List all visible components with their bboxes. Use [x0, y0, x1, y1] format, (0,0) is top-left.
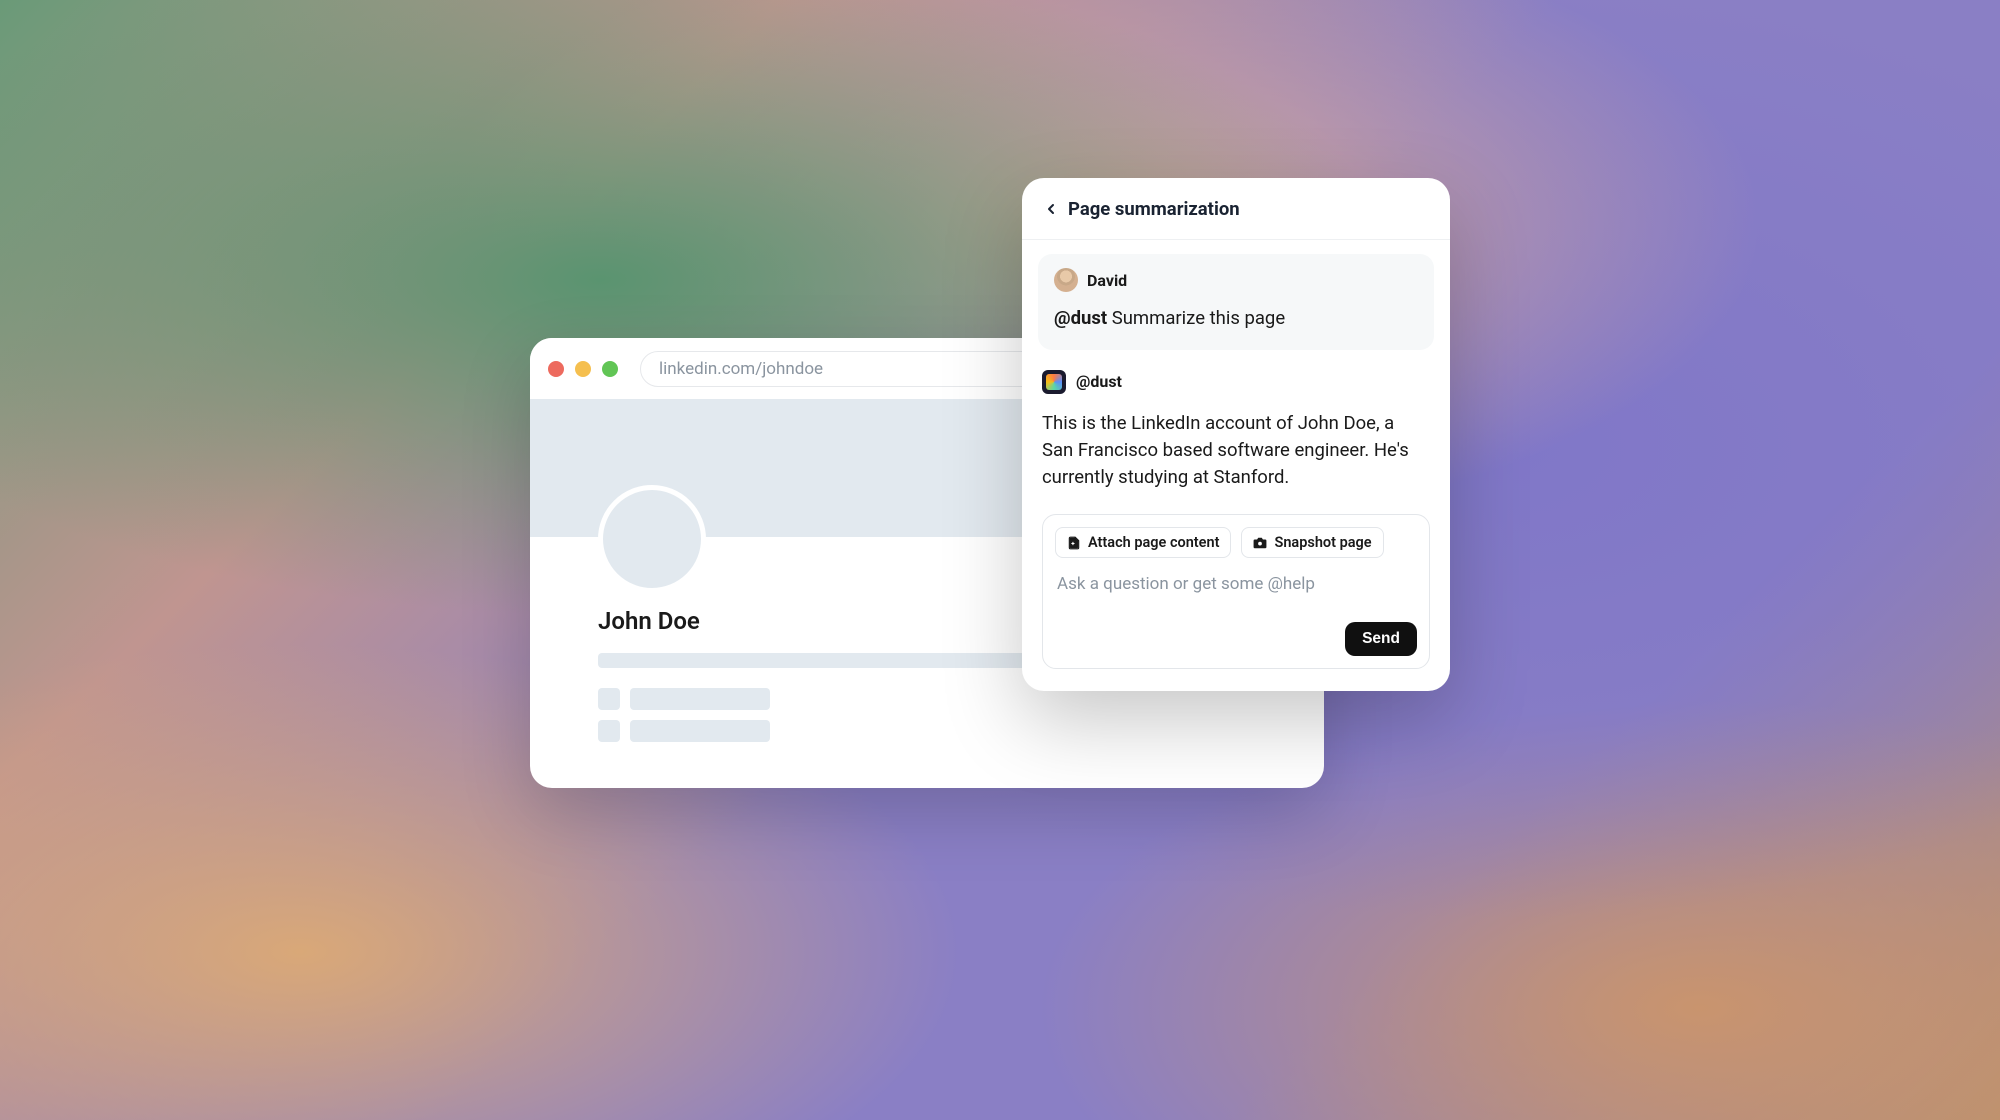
user-message-text: @dust Summarize this page — [1054, 306, 1418, 332]
chevron-left-icon — [1043, 201, 1059, 217]
skeleton-bar — [630, 720, 770, 742]
bot-name: @dust — [1076, 372, 1122, 391]
window-minimize-icon[interactable] — [575, 361, 591, 377]
user-message: David @dust Summarize this page — [1038, 254, 1434, 350]
composer: Attach page content Snapshot page Send — [1042, 514, 1430, 669]
file-plus-icon — [1067, 536, 1081, 550]
user-message-header: David — [1054, 268, 1418, 292]
window-maximize-icon[interactable] — [602, 361, 618, 377]
skeleton-bar — [630, 688, 770, 710]
bot-message-header: @dust — [1042, 370, 1430, 394]
camera-icon — [1253, 536, 1267, 550]
panel-header: Page summarization — [1022, 178, 1450, 240]
composer-actions: Attach page content Snapshot page — [1055, 527, 1417, 558]
send-button[interactable]: Send — [1345, 622, 1417, 656]
skeleton-icon — [598, 720, 620, 742]
profile-avatar — [598, 485, 706, 593]
attach-page-label: Attach page content — [1088, 534, 1219, 551]
user-message-body: Summarize this page — [1107, 307, 1285, 329]
url-text: linkedin.com/johndoe — [659, 359, 823, 379]
traffic-lights — [548, 361, 618, 377]
bot-message-text: This is the LinkedIn account of John Doe… — [1042, 410, 1430, 490]
skeleton-row — [598, 688, 1256, 710]
panel-title: Page summarization — [1068, 198, 1240, 220]
composer-input[interactable] — [1055, 570, 1417, 618]
snapshot-page-button[interactable]: Snapshot page — [1241, 527, 1383, 558]
user-avatar — [1054, 268, 1078, 292]
composer-footer: Send — [1055, 622, 1417, 656]
skeleton-line — [598, 653, 1078, 668]
bot-message: @dust This is the LinkedIn account of Jo… — [1038, 370, 1434, 669]
window-close-icon[interactable] — [548, 361, 564, 377]
dust-panel: Page summarization David @dust Summarize… — [1022, 178, 1450, 691]
skeleton-icon — [598, 688, 620, 710]
panel-body: David @dust Summarize this page @dust Th… — [1022, 240, 1450, 691]
mention: @dust — [1054, 307, 1107, 329]
skeleton-row — [598, 720, 1256, 742]
attach-page-button[interactable]: Attach page content — [1055, 527, 1231, 558]
user-name: David — [1087, 271, 1127, 290]
bot-avatar-icon — [1042, 370, 1066, 394]
snapshot-page-label: Snapshot page — [1274, 534, 1371, 551]
back-button[interactable] — [1042, 200, 1060, 218]
